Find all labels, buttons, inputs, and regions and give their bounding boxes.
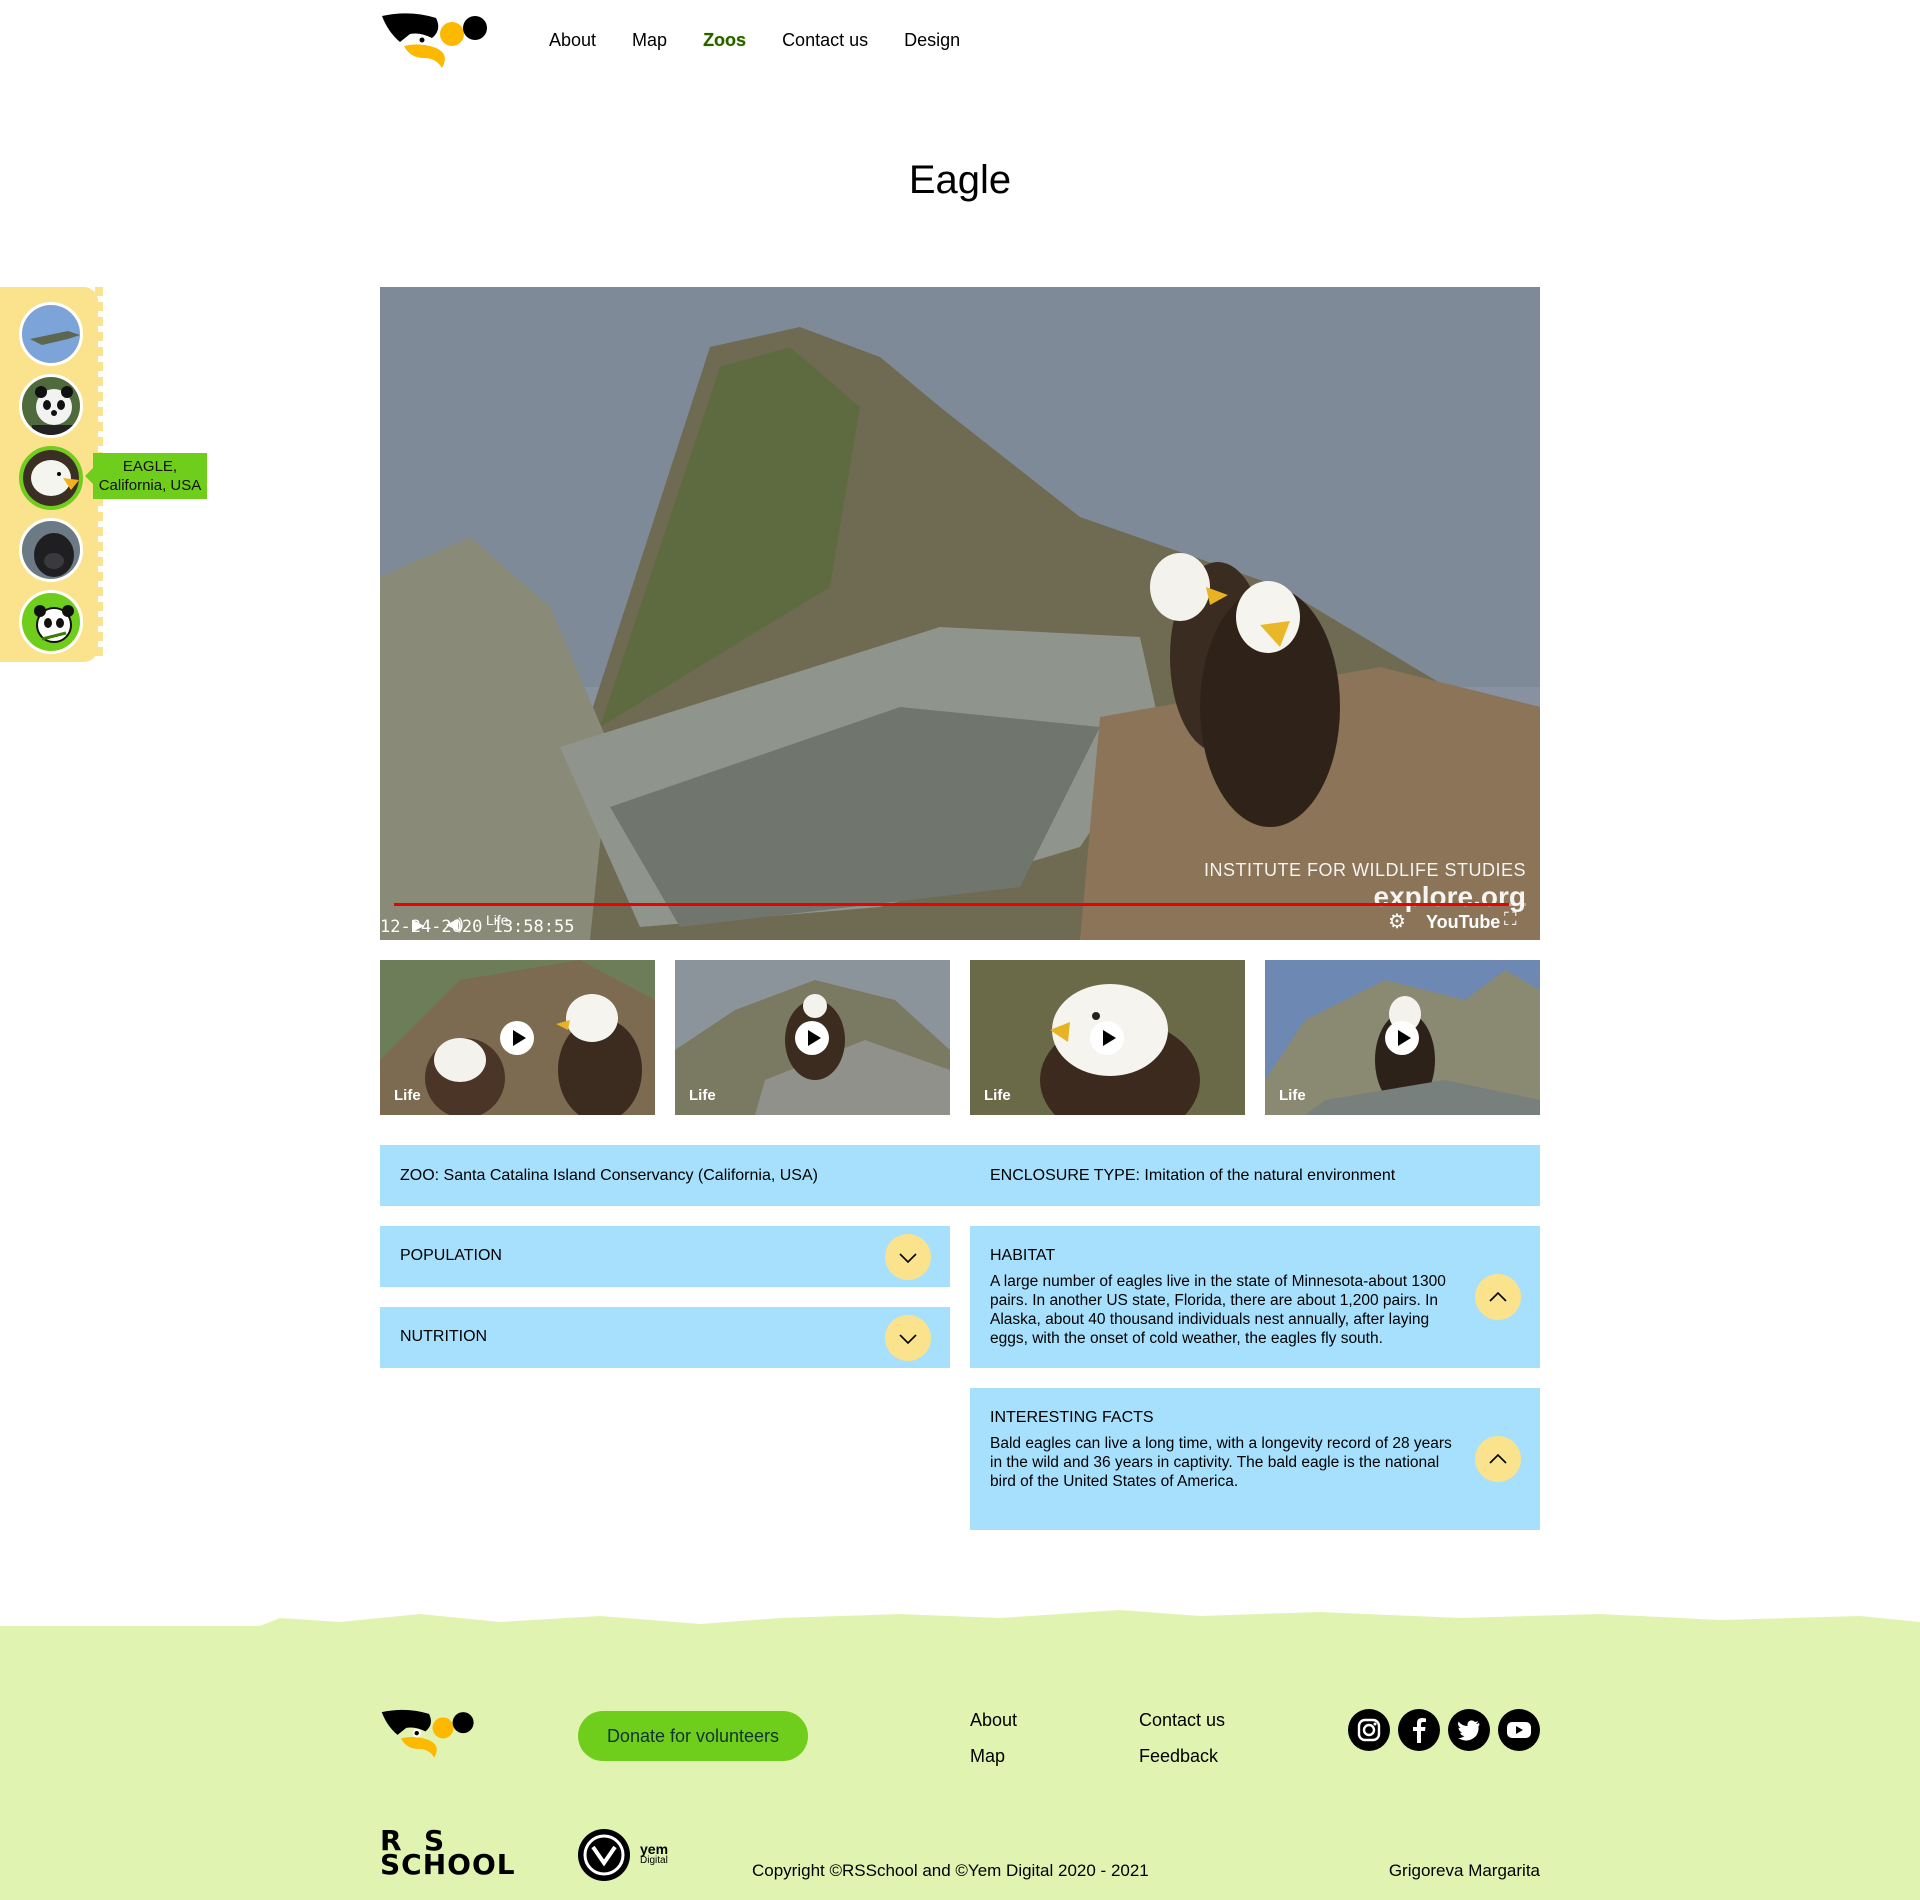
chevron-up-icon[interactable] — [1475, 1436, 1521, 1482]
main-video-player[interactable]: INSTITUTE FOR WILDLIFE STUDIES explore.o… — [380, 287, 1540, 940]
copyright: Copyright ©RSSchool and ©Yem Digital 202… — [752, 1861, 1149, 1880]
video-progress-fill — [394, 903, 1510, 906]
play-icon[interactable] — [795, 1021, 829, 1055]
nav-design[interactable]: Design — [904, 30, 960, 51]
zoo-info-bar: ZOO: Santa Catalina Island Conservancy (… — [380, 1145, 1540, 1206]
play-icon[interactable] — [1090, 1021, 1124, 1055]
thumbnail-label: Life — [394, 1087, 421, 1104]
animal-sidebar — [0, 287, 103, 662]
video-thumbnail[interactable]: Life — [675, 960, 950, 1115]
video-watermark-org: INSTITUTE FOR WILDLIFE STUDIES — [1203, 860, 1526, 880]
site-logo[interactable] — [380, 12, 492, 70]
nutrition-title: NUTRITION — [400, 1328, 488, 1345]
nav-contact[interactable]: Contact us — [782, 30, 868, 51]
facts-title: INTERESTING FACTS — [990, 1409, 1154, 1426]
interesting-facts-panel[interactable]: INTERESTING FACTS Bald eagles can live a… — [970, 1388, 1540, 1530]
zoo-name: ZOO: Santa Catalina Island Conservancy (… — [400, 1167, 818, 1184]
twitter-icon[interactable] — [1448, 1709, 1490, 1751]
population-panel[interactable]: POPULATION — [380, 1226, 950, 1287]
chevron-up-icon[interactable] — [1475, 1274, 1521, 1320]
video-thumbnail[interactable]: Life — [1265, 960, 1540, 1115]
footer-link-contact[interactable]: Contact us — [1139, 1710, 1225, 1731]
thumbnail-label: Life — [689, 1087, 716, 1104]
video-progress-bar[interactable] — [394, 903, 1526, 906]
rs-school-logo-line2: SCHOOL — [380, 1848, 516, 1881]
eagle-avatar[interactable] — [19, 446, 83, 510]
alligator-avatar[interactable] — [19, 302, 83, 366]
facebook-icon[interactable] — [1398, 1709, 1440, 1751]
footer-logo[interactable] — [380, 1708, 478, 1760]
main-nav: About Map Zoos Contact us Design — [549, 30, 960, 51]
footer — [0, 1630, 1920, 1900]
habitat-text: A large number of eagles live in the sta… — [990, 1273, 1446, 1347]
youtube-logo[interactable]: YouTube — [1426, 912, 1500, 933]
panda-avatar[interactable] — [19, 374, 83, 438]
rs-school-logo[interactable]: R S SCHOOL — [380, 1827, 516, 1881]
footer-edge — [0, 1610, 1920, 1632]
tooltip-location: California, USA — [98, 477, 202, 494]
yem-text-line2: Digital — [640, 1855, 668, 1866]
volume-icon[interactable]: ◀) — [446, 914, 464, 934]
chevron-down-icon[interactable] — [885, 1234, 931, 1280]
video-thumbnail[interactable]: Life — [970, 960, 1245, 1115]
nav-about[interactable]: About — [549, 30, 596, 51]
nav-zoos[interactable]: Zoos — [703, 30, 746, 51]
chevron-down-icon[interactable] — [885, 1315, 931, 1361]
play-icon[interactable] — [500, 1021, 534, 1055]
nav-map[interactable]: Map — [632, 30, 667, 51]
video-frame-image — [380, 287, 1540, 940]
author-name: Grigoreva Margarita — [1388, 1861, 1540, 1880]
instagram-icon[interactable] — [1348, 1709, 1390, 1751]
footer-link-about[interactable]: About — [970, 1710, 1017, 1731]
population-title: POPULATION — [400, 1247, 502, 1264]
yem-digital-text: yem Digital — [640, 1841, 669, 1867]
yem-text-line1: yem — [640, 1841, 669, 1857]
gear-icon[interactable]: ⚙ — [1388, 909, 1406, 934]
tooltip-name: EAGLE, — [122, 458, 178, 475]
nutrition-panel[interactable]: NUTRITION — [380, 1307, 950, 1368]
live-label: Life — [486, 912, 509, 928]
video-thumbnail[interactable]: Life — [380, 960, 655, 1115]
habitat-panel[interactable]: HABITAT A large number of eagles live in… — [970, 1226, 1540, 1368]
fullscreen-icon[interactable]: ⛶ — [1504, 909, 1517, 930]
panda-cartoon-avatar[interactable] — [19, 590, 83, 654]
page-title: Eagle — [908, 158, 1012, 202]
thumbnail-label: Life — [1279, 1087, 1306, 1104]
youtube-icon[interactable] — [1498, 1709, 1540, 1751]
yem-digital-logo[interactable] — [578, 1829, 630, 1881]
donate-button[interactable]: Donate for volunteers — [578, 1711, 808, 1761]
thumbnail-label: Life — [984, 1087, 1011, 1104]
gorilla-avatar[interactable] — [19, 518, 83, 582]
footer-link-feedback[interactable]: Feedback — [1139, 1746, 1218, 1767]
facts-text: Bald eagles can live a long time, with a… — [990, 1435, 1452, 1490]
page: About Map Zoos Contact us Design Eagle E… — [0, 0, 1920, 1900]
enclosure-type: ENCLOSURE TYPE: Imitation of the natural… — [990, 1167, 1396, 1184]
active-animal-tooltip: EAGLE, California, USA — [85, 453, 207, 499]
play-icon[interactable]: ▶ — [412, 915, 424, 935]
video-timestamp: 12-24-2020 13:58:55 — [380, 917, 575, 937]
play-icon[interactable] — [1385, 1021, 1419, 1055]
habitat-title: HABITAT — [990, 1247, 1056, 1264]
footer-link-map[interactable]: Map — [970, 1746, 1005, 1767]
